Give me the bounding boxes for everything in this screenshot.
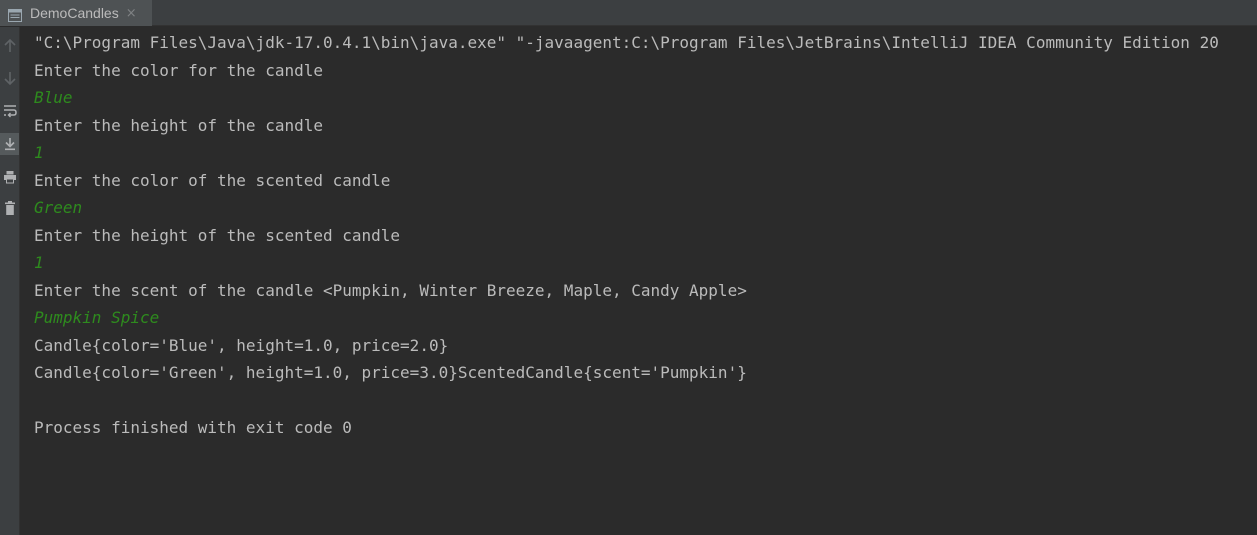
scroll-to-end-icon: [4, 138, 15, 151]
console-input-line: 1: [34, 253, 44, 272]
console-output-line: Enter the color for the candle: [34, 60, 323, 80]
scroll-to-end-button[interactable]: [0, 133, 19, 155]
console-output-line: Enter the height of the candle: [34, 115, 323, 135]
console-input-line: Green: [34, 198, 83, 217]
up-arrow-button[interactable]: [0, 35, 19, 57]
print-button[interactable]: [0, 166, 19, 188]
print-icon: [3, 171, 16, 184]
console-input-line: Blue: [34, 88, 73, 107]
down-arrow-button[interactable]: [0, 67, 19, 89]
console-input-line: Pumpkin Spice: [34, 308, 160, 327]
tab-democandles[interactable]: DemoCandles ×: [0, 0, 152, 26]
soft-wrap-icon: [3, 105, 17, 118]
console-output-line: Process finished with exit code 0: [34, 418, 352, 437]
close-icon[interactable]: ×: [126, 6, 137, 21]
console-output-line: Candle{color='Green', height=1.0, price=…: [34, 363, 747, 382]
console-input-line: 1: [34, 143, 44, 162]
console-output-line: Enter the color of the scented candle: [34, 170, 391, 190]
trash-icon: [4, 201, 15, 215]
console-output[interactable]: "C:\Program Files\Java\jdk-17.0.4.1\bin\…: [34, 29, 1257, 535]
console-output-line: Enter the height of the scented candle: [34, 225, 401, 245]
up-arrow-icon: [3, 39, 16, 52]
run-tool-window: DemoCandles × "C:\Program Files\Java\jdk…: [0, 0, 1257, 535]
tab-label: DemoCandles: [30, 5, 119, 21]
soft-wrap-button[interactable]: [0, 100, 19, 122]
console-icon: [8, 7, 22, 22]
clear-all-button[interactable]: [0, 197, 19, 219]
down-arrow-icon: [3, 72, 16, 85]
console-output-line: Candle{color='Blue', height=1.0, price=2…: [34, 335, 449, 355]
console-output-line: Enter the scent of the candle <Pumpkin, …: [34, 280, 747, 300]
console-output-line: "C:\Program Files\Java\jdk-17.0.4.1\bin\…: [34, 33, 1219, 52]
console-toolbar: [0, 27, 20, 535]
tab-bar: DemoCandles ×: [0, 0, 1257, 26]
